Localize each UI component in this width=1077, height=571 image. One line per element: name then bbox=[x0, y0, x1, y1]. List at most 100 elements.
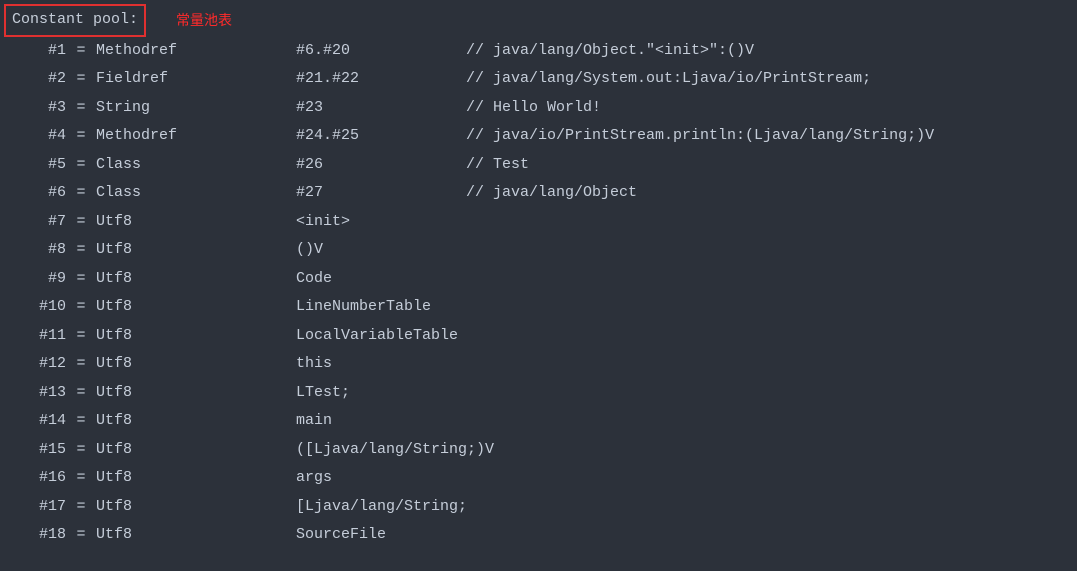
constant-pool-row: #12=Utf8this bbox=[0, 350, 1077, 379]
row-value: #6.#20 bbox=[296, 37, 466, 66]
equals-sign: = bbox=[66, 379, 96, 408]
row-value: Code bbox=[296, 265, 466, 294]
row-value: #27 bbox=[296, 179, 466, 208]
row-value: ()V bbox=[296, 236, 466, 265]
row-index: #4 bbox=[8, 122, 66, 151]
constant-pool-row: #13=Utf8LTest; bbox=[0, 379, 1077, 408]
row-index: #15 bbox=[8, 436, 66, 465]
row-value: #26 bbox=[296, 151, 466, 180]
constant-pool-row: #6=Class#27// java/lang/Object bbox=[0, 179, 1077, 208]
row-comment: // java/io/PrintStream.println:(Ljava/la… bbox=[466, 127, 934, 144]
row-kind: Methodref bbox=[96, 122, 296, 151]
row-index: #1 bbox=[8, 37, 66, 66]
constant-pool-row: #4=Methodref#24.#25// java/io/PrintStrea… bbox=[0, 122, 1077, 151]
row-kind: Utf8 bbox=[96, 236, 296, 265]
equals-sign: = bbox=[66, 322, 96, 351]
row-value: LTest; bbox=[296, 379, 466, 408]
rows-container: #1=Methodref#6.#20// java/lang/Object."<… bbox=[0, 37, 1077, 550]
constant-pool-row: #17=Utf8[Ljava/lang/String; bbox=[0, 493, 1077, 522]
row-value: LineNumberTable bbox=[296, 293, 466, 322]
equals-sign: = bbox=[66, 122, 96, 151]
row-value: [Ljava/lang/String; bbox=[296, 493, 466, 522]
row-index: #6 bbox=[8, 179, 66, 208]
row-comment: // Test bbox=[466, 156, 529, 173]
constant-pool-row: #18=Utf8SourceFile bbox=[0, 521, 1077, 550]
row-kind: Utf8 bbox=[96, 322, 296, 351]
row-comment: // java/lang/System.out:Ljava/io/PrintSt… bbox=[466, 70, 871, 87]
row-value: #21.#22 bbox=[296, 65, 466, 94]
equals-sign: = bbox=[66, 65, 96, 94]
header-title: Constant pool: bbox=[4, 4, 146, 37]
row-value: args bbox=[296, 464, 466, 493]
constant-pool-row: #16=Utf8args bbox=[0, 464, 1077, 493]
row-index: #18 bbox=[8, 521, 66, 550]
equals-sign: = bbox=[66, 407, 96, 436]
row-index: #11 bbox=[8, 322, 66, 351]
row-kind: Utf8 bbox=[96, 407, 296, 436]
row-index: #16 bbox=[8, 464, 66, 493]
equals-sign: = bbox=[66, 151, 96, 180]
constant-pool-row: #15=Utf8([Ljava/lang/String;)V bbox=[0, 436, 1077, 465]
constant-pool-row: #5=Class#26// Test bbox=[0, 151, 1077, 180]
row-index: #8 bbox=[8, 236, 66, 265]
row-kind: Class bbox=[96, 151, 296, 180]
row-index: #10 bbox=[8, 293, 66, 322]
constant-pool-row: #14=Utf8main bbox=[0, 407, 1077, 436]
row-index: #2 bbox=[8, 65, 66, 94]
row-index: #9 bbox=[8, 265, 66, 294]
row-value: LocalVariableTable bbox=[296, 322, 466, 351]
row-index: #7 bbox=[8, 208, 66, 237]
row-index: #14 bbox=[8, 407, 66, 436]
equals-sign: = bbox=[66, 37, 96, 66]
row-kind: Utf8 bbox=[96, 350, 296, 379]
row-kind: Utf8 bbox=[96, 293, 296, 322]
row-index: #12 bbox=[8, 350, 66, 379]
row-kind: Utf8 bbox=[96, 436, 296, 465]
row-comment: // java/lang/Object bbox=[466, 184, 637, 201]
row-comment: // Hello World! bbox=[466, 99, 601, 116]
equals-sign: = bbox=[66, 350, 96, 379]
constant-pool-row: #1=Methodref#6.#20// java/lang/Object."<… bbox=[0, 37, 1077, 66]
equals-sign: = bbox=[66, 179, 96, 208]
row-value: <init> bbox=[296, 208, 466, 237]
code-block: Constant pool: 常量池表 #1=Methodref#6.#20//… bbox=[0, 0, 1077, 550]
row-kind: Class bbox=[96, 179, 296, 208]
equals-sign: = bbox=[66, 208, 96, 237]
constant-pool-row: #3=String#23// Hello World! bbox=[0, 94, 1077, 123]
equals-sign: = bbox=[66, 436, 96, 465]
constant-pool-row: #2=Fieldref#21.#22// java/lang/System.ou… bbox=[0, 65, 1077, 94]
row-comment: // java/lang/Object."<init>":()V bbox=[466, 42, 754, 59]
row-value: #24.#25 bbox=[296, 122, 466, 151]
row-kind: Utf8 bbox=[96, 521, 296, 550]
row-kind: String bbox=[96, 94, 296, 123]
equals-sign: = bbox=[66, 493, 96, 522]
row-kind: Utf8 bbox=[96, 493, 296, 522]
row-value: this bbox=[296, 350, 466, 379]
row-index: #5 bbox=[8, 151, 66, 180]
constant-pool-row: #11=Utf8LocalVariableTable bbox=[0, 322, 1077, 351]
header-annotation: 常量池表 bbox=[176, 7, 232, 34]
row-kind: Utf8 bbox=[96, 379, 296, 408]
equals-sign: = bbox=[66, 94, 96, 123]
equals-sign: = bbox=[66, 521, 96, 550]
constant-pool-row: #9=Utf8Code bbox=[0, 265, 1077, 294]
constant-pool-row: #10=Utf8LineNumberTable bbox=[0, 293, 1077, 322]
row-kind: Utf8 bbox=[96, 464, 296, 493]
row-kind: Methodref bbox=[96, 37, 296, 66]
constant-pool-row: #8=Utf8()V bbox=[0, 236, 1077, 265]
equals-sign: = bbox=[66, 236, 96, 265]
row-value: #23 bbox=[296, 94, 466, 123]
row-index: #3 bbox=[8, 94, 66, 123]
row-kind: Fieldref bbox=[96, 65, 296, 94]
equals-sign: = bbox=[66, 265, 96, 294]
row-index: #13 bbox=[8, 379, 66, 408]
equals-sign: = bbox=[66, 293, 96, 322]
row-value: main bbox=[296, 407, 466, 436]
row-kind: Utf8 bbox=[96, 265, 296, 294]
row-value: SourceFile bbox=[296, 521, 466, 550]
constant-pool-row: #7=Utf8<init> bbox=[0, 208, 1077, 237]
row-value: ([Ljava/lang/String;)V bbox=[296, 436, 466, 465]
equals-sign: = bbox=[66, 464, 96, 493]
row-kind: Utf8 bbox=[96, 208, 296, 237]
row-index: #17 bbox=[8, 493, 66, 522]
